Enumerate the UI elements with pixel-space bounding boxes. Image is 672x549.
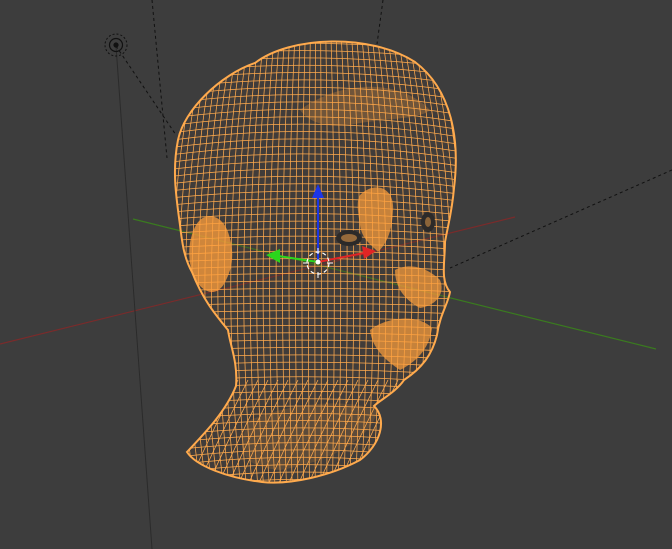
viewport-canvas[interactable] bbox=[0, 0, 672, 549]
camera-line bbox=[115, 45, 177, 136]
head-mesh[interactable] bbox=[150, 29, 483, 500]
wire-edge bbox=[442, 41, 456, 483]
3d-viewport[interactable] bbox=[0, 0, 672, 549]
lamp-drop-line bbox=[115, 45, 153, 549]
wire-edge bbox=[174, 478, 456, 483]
camera-line bbox=[376, 0, 384, 45]
camera-line bbox=[449, 169, 672, 269]
wire-edge bbox=[174, 41, 189, 483]
wire-edge bbox=[150, 29, 480, 39]
gizmo-center[interactable] bbox=[315, 259, 321, 265]
camera-line bbox=[151, 0, 168, 159]
wire-edge bbox=[447, 41, 456, 483]
